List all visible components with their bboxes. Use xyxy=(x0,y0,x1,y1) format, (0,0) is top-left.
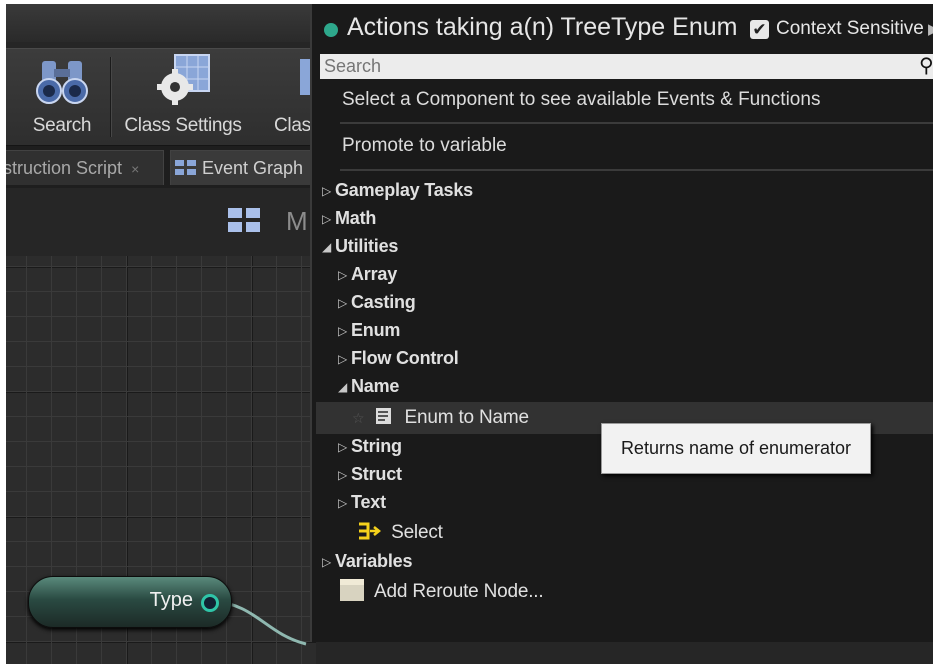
collapsed-arrow-icon: ▷ xyxy=(322,555,332,569)
category-array[interactable]: ▷ Array xyxy=(338,260,397,288)
collapsed-arrow-icon: ▷ xyxy=(338,296,348,310)
action-add-reroute-node[interactable]: Add Reroute Node... xyxy=(340,578,544,606)
collapsed-arrow-icon: ▷ xyxy=(338,440,348,454)
expanded-arrow-icon: ◢ xyxy=(322,240,332,254)
action-label: Add Reroute Node... xyxy=(374,581,544,602)
action-search-input[interactable] xyxy=(320,54,933,79)
category-variables[interactable]: ▷ Variables xyxy=(322,547,412,575)
collapsed-arrow-icon: ▷ xyxy=(338,268,348,282)
node-type-label: Type xyxy=(149,589,193,611)
category-utilities[interactable]: ◢ Utilities xyxy=(322,232,398,260)
category-label: Variables xyxy=(335,551,413,571)
search-icon: ⚲ xyxy=(919,55,933,77)
connection-wire xyxy=(211,599,307,646)
context-sensitive-label: Context Sensitive xyxy=(776,18,924,39)
action-label: Select xyxy=(391,522,443,543)
action-menu-title: Actions taking a(n) TreeType Enum xyxy=(347,13,738,41)
collapsed-arrow-icon: ▷ xyxy=(338,496,348,510)
category-label: Flow Control xyxy=(351,348,459,368)
divider xyxy=(340,122,933,124)
favorite-star-icon[interactable]: ☆ xyxy=(352,410,365,426)
type-variable-node[interactable]: Type xyxy=(28,576,232,628)
category-label: Utilities xyxy=(335,236,399,256)
category-label: Array xyxy=(351,264,398,284)
category-gameplay-tasks[interactable]: ▷ Gameplay Tasks xyxy=(322,176,473,204)
category-label: Text xyxy=(351,492,386,512)
action-enum-to-name[interactable]: ☆ Enum to Name xyxy=(352,404,529,432)
category-label: String xyxy=(351,436,402,456)
category-text[interactable]: ▷ Text xyxy=(338,488,386,516)
category-math[interactable]: ▷ Math xyxy=(322,204,376,232)
action-menu-header: Actions taking a(n) TreeType Enum ✔ Cont… xyxy=(312,4,933,54)
action-tooltip: Returns name of enumerator xyxy=(601,423,871,474)
category-label: Casting xyxy=(351,292,416,312)
action-select[interactable]: Select xyxy=(358,519,443,547)
output-pin-icon[interactable] xyxy=(201,594,219,612)
blueprint-editor: Search Class Settings Clas struction Scr… xyxy=(6,4,933,664)
collapsed-arrow-icon: ▷ xyxy=(338,352,348,366)
collapsed-arrow-icon: ▷ xyxy=(322,212,332,226)
divider xyxy=(340,169,933,171)
component-info-text: Select a Component to see available Even… xyxy=(342,89,821,110)
category-label: Struct xyxy=(351,464,402,484)
collapsed-arrow-icon: ▷ xyxy=(338,468,348,482)
action-label: Enum to Name xyxy=(404,407,530,428)
expanded-arrow-icon: ◢ xyxy=(338,380,348,394)
function-icon xyxy=(376,408,392,424)
promote-to-variable-item[interactable]: Promote to variable xyxy=(342,135,507,157)
category-label: Gameplay Tasks xyxy=(335,180,473,200)
category-name[interactable]: ◢ Name xyxy=(338,372,399,400)
context-sensitive-checkbox[interactable]: ✔ xyxy=(750,20,769,39)
category-label: Name xyxy=(351,376,400,396)
category-label: Math xyxy=(335,208,377,228)
action-menu: Actions taking a(n) TreeType Enum ✔ Cont… xyxy=(310,4,933,642)
category-struct[interactable]: ▷ Struct xyxy=(338,460,402,488)
category-casting[interactable]: ▷ Casting xyxy=(338,288,416,316)
category-string[interactable]: ▷ String xyxy=(338,432,402,460)
enum-type-dot-icon xyxy=(324,23,338,37)
expand-arrow-icon[interactable]: ▶ xyxy=(928,20,933,38)
select-node-icon xyxy=(359,522,382,540)
category-flow-control[interactable]: ▷ Flow Control xyxy=(338,344,459,372)
reroute-node-icon xyxy=(340,579,364,601)
collapsed-arrow-icon: ▷ xyxy=(338,324,348,338)
category-label: Enum xyxy=(351,320,401,340)
collapsed-arrow-icon: ▷ xyxy=(322,184,332,198)
category-enum[interactable]: ▷ Enum xyxy=(338,316,400,344)
